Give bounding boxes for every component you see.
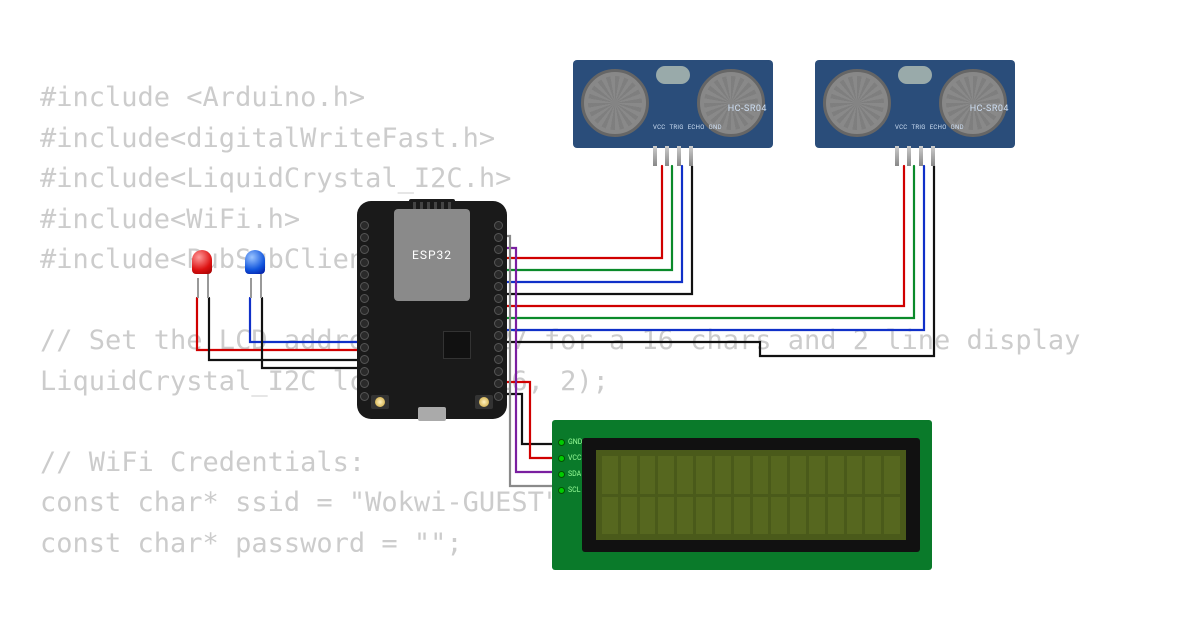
ultrasonic-tx-icon [581,69,649,137]
esp32-button-en[interactable] [371,395,389,409]
ultrasonic-tx-icon [823,69,891,137]
esp32-board[interactable]: ESP32 [357,201,507,419]
ultrasonic-pin-labels: VCC TRIG ECHO GND [653,124,722,131]
ultrasonic-sensor-1[interactable]: HC-SR04 VCC TRIG ECHO GND [573,60,773,148]
esp32-shield: ESP32 [394,209,470,301]
led-bulb-icon [192,250,212,274]
ultrasonic-1-pins [653,146,693,166]
esp32-label: ESP32 [412,248,452,262]
lcd-1602[interactable]: GND VCC SDA SCL [552,420,932,570]
led-red[interactable] [192,250,214,280]
ultrasonic-model-label: HC-SR04 [728,104,767,114]
ultrasonic-sensor-2[interactable]: HC-SR04 VCC TRIG ECHO GND [815,60,1015,148]
esp32-aux-chip [443,331,471,359]
lcd-screen [596,450,906,540]
esp32-button-boot[interactable] [475,395,493,409]
ultrasonic-crystal [656,66,690,84]
ultrasonic-pin-labels: VCC TRIG ECHO GND [895,124,964,131]
esp32-pins-left [360,221,370,401]
esp32-usb-port [418,407,446,421]
ultrasonic-model-label: HC-SR04 [970,104,1009,114]
ultrasonic-crystal [898,66,932,84]
lcd-bezel [582,438,920,552]
ultrasonic-2-pins [895,146,935,166]
led-bulb-icon [245,250,265,274]
esp32-pins-right [494,221,504,401]
lcd-i2c-header: GND VCC SDA SCL [558,438,582,494]
led-blue[interactable] [245,250,267,280]
